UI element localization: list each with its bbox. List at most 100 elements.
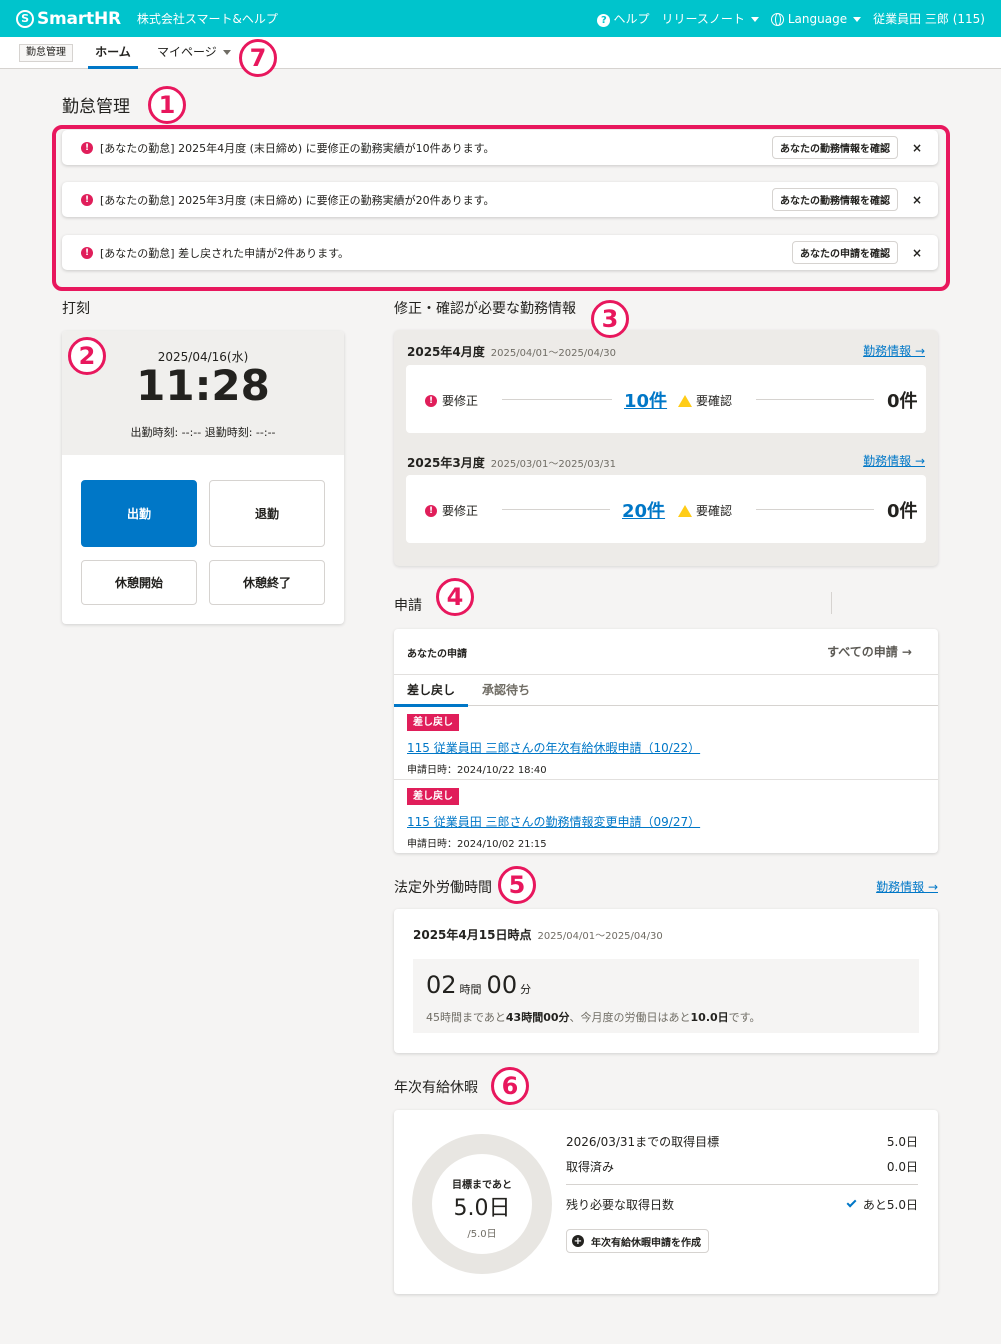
month-heading: 2025年3月度 2025/03/01〜2025/03/31 — [407, 454, 616, 471]
check-count: 0件 — [887, 391, 918, 412]
fix-required-label: ! 要修正 — [425, 392, 478, 409]
work-info-panel: 2025年4月度 2025/04/01〜2025/04/30 勤務情報 → ! 要修… — [394, 330, 938, 566]
donut-value: 5.0日 — [453, 1196, 511, 1221]
all-requests-link[interactable]: すべての申請 → — [827, 643, 912, 660]
divider — [756, 509, 874, 510]
request-item: 差し戻し 115 従業員田 三郎さんの年次有給休暇申請（10/22） 申請日時：… — [394, 706, 938, 780]
check-required-label: 要確認 — [678, 502, 732, 519]
overtime-title: 法定外労働時間 — [394, 880, 492, 896]
remaining-row: 残り必要な取得日数 あと5.0日 — [566, 1196, 918, 1213]
fix-count-link[interactable]: 20件 — [622, 497, 665, 523]
month-summary-card: ! 要修正 10件 要確認 0件 — [406, 365, 926, 433]
error-icon: ! — [425, 504, 437, 517]
target-label: 2026/03/31までの取得目標 — [566, 1135, 720, 1149]
request-link[interactable]: 115 従業員田 三郎さんの勤務情報変更申請（09/27） — [407, 813, 700, 830]
clock-out-button[interactable]: 退勤 — [209, 480, 325, 547]
overtime-note: 45時間まであと43時間00分、今月度の労働日はあと10.0日です。 — [426, 1009, 761, 1025]
annotation-marker-7: 7 — [239, 39, 277, 77]
note-days: 10.0日 — [690, 1011, 729, 1024]
smarthr-logo[interactable]: S SmartHR — [16, 9, 121, 29]
remaining-label: 残り必要な取得日数 — [566, 1198, 675, 1212]
overtime-work-info-link[interactable]: 勤務情報 → — [876, 878, 938, 895]
annotation-marker-2: 2 — [68, 337, 106, 375]
note-remaining: 43時間00分 — [505, 1011, 570, 1024]
page-title: 勤怠管理 — [62, 97, 130, 117]
punch-card: 2025/04/16(水) 11:28 出勤時刻: --:-- 退勤時刻: --… — [62, 331, 344, 624]
work-info-link[interactable]: 勤務情報 → — [863, 342, 925, 359]
overtime-value: 02 時間 00 分 — [426, 971, 536, 999]
month-range: 2025/04/01〜2025/04/30 — [490, 348, 617, 359]
punch-in-out-times: 出勤時刻: --:-- 退勤時刻: --:-- — [130, 426, 276, 439]
target-value: 5.0日 — [886, 1135, 918, 1149]
punch-time: 11:28 — [136, 361, 270, 410]
request-item: 差し戻し 115 従業員田 三郎さんの勤務情報変更申請（09/27） 申請日時：… — [394, 780, 938, 854]
divider — [831, 592, 832, 614]
month-label: 2025年4月度 — [407, 345, 485, 359]
tab-home[interactable]: ホーム — [88, 37, 138, 69]
note-prefix: 45時間まであと — [426, 1011, 506, 1024]
paid-leave-card: 目標まであと 5.0日 /5.0日 2026/03/31までの取得目標 5.0日 … — [394, 1110, 938, 1294]
punch-title: 打刻 — [62, 301, 90, 317]
tab-pending[interactable]: 承認待ち — [482, 675, 530, 707]
note-suffix: です。 — [728, 1011, 761, 1024]
overtime-heading: 2025年4月15日時点 2025/04/01〜2025/04/30 — [413, 926, 663, 943]
top-bar: S SmartHR 株式会社スマート&ヘルプ ? ヘルプ リリースノート Lang… — [0, 0, 1001, 37]
tab-returned[interactable]: 差し戻し — [394, 675, 468, 707]
work-info-link[interactable]: 勤務情報 → — [863, 452, 925, 469]
user-menu[interactable]: 従業員田 三郎 (115) — [873, 10, 985, 27]
chevron-down-icon — [750, 17, 759, 22]
divider — [756, 399, 874, 400]
break-start-button[interactable]: 休憩開始 — [81, 560, 197, 605]
check-required-label: 要確認 — [678, 392, 732, 409]
warning-icon — [678, 394, 692, 407]
fix-count-link[interactable]: 10件 — [624, 387, 667, 413]
as-of-date: 2025年4月15日時点 — [413, 928, 532, 942]
release-notes-dropdown[interactable]: リリースノート — [661, 10, 759, 27]
hours-unit: 時間 — [459, 983, 482, 996]
language-label: Language — [787, 11, 848, 26]
month-label: 2025年3月度 — [407, 456, 485, 470]
error-icon: ! — [425, 394, 437, 407]
divider — [502, 399, 612, 400]
create-leave-request-button[interactable]: + 年次有給休暇申請を作成 — [566, 1229, 709, 1253]
help-link[interactable]: ? ヘルプ — [597, 10, 649, 27]
target-row: 2026/03/31までの取得目標 5.0日 — [566, 1133, 918, 1150]
tab-mypage[interactable]: マイページ — [157, 37, 231, 69]
donut-sub: /5.0日 — [467, 1229, 497, 1240]
clock-in-button[interactable]: 出勤 — [81, 480, 197, 547]
annotation-marker-5: 5 — [498, 866, 536, 904]
annotation-marker-3: 3 — [591, 300, 629, 338]
minutes-unit: 分 — [520, 983, 532, 996]
check-label-text: 要確認 — [696, 504, 733, 518]
app-tab-nav: 勤怠管理 ホーム マイページ — [0, 37, 1001, 69]
warning-icon — [678, 504, 692, 517]
chevron-down-icon — [222, 50, 231, 55]
status-badge: 差し戻し — [407, 714, 459, 731]
help-icon: ? — [597, 14, 611, 27]
annotation-marker-4: 4 — [436, 578, 474, 616]
annotation-marker-1: 1 — [148, 86, 186, 124]
status-badge: 差し戻し — [407, 788, 459, 805]
overtime-summary: 02 時間 00 分 45時間まであと43時間00分、今月度の労働日はあと10.… — [413, 959, 919, 1033]
request-link[interactable]: 115 従業員田 三郎さんの年次有給休暇申請（10/22） — [407, 739, 700, 756]
check-count: 0件 — [887, 501, 918, 522]
request-date: 申請日時：2024/10/22 18:40 — [407, 765, 547, 776]
taken-label: 取得済み — [566, 1160, 615, 1174]
break-end-button[interactable]: 休憩終了 — [209, 560, 325, 605]
overtime-hours: 02 — [426, 971, 457, 999]
check-label-text: 要確認 — [696, 394, 733, 408]
taken-value: 0.0日 — [886, 1160, 918, 1174]
month-range: 2025/03/01〜2025/03/31 — [490, 459, 617, 470]
language-dropdown[interactable]: Language — [770, 11, 862, 26]
overtime-range: 2025/04/01〜2025/04/30 — [537, 931, 663, 942]
requests-card: あなたの申請 すべての申請 → 差し戻し 承認待ち 差し戻し 115 従業員田 … — [394, 629, 938, 853]
request-date: 申請日時：2024/10/02 21:15 — [407, 839, 547, 850]
month-summary-card: ! 要修正 20件 要確認 0件 — [406, 475, 926, 543]
annotation-marker-6: 6 — [491, 1067, 529, 1105]
my-requests-heading: あなたの申請 — [407, 649, 467, 660]
release-notes-label: リリースノート — [661, 12, 745, 26]
globe-icon — [770, 12, 784, 26]
divider — [566, 1184, 918, 1185]
header-menu: ? ヘルプ リリースノート Language 従業員田 三郎 (115) — [597, 0, 985, 37]
plus-icon: + — [572, 1235, 584, 1247]
